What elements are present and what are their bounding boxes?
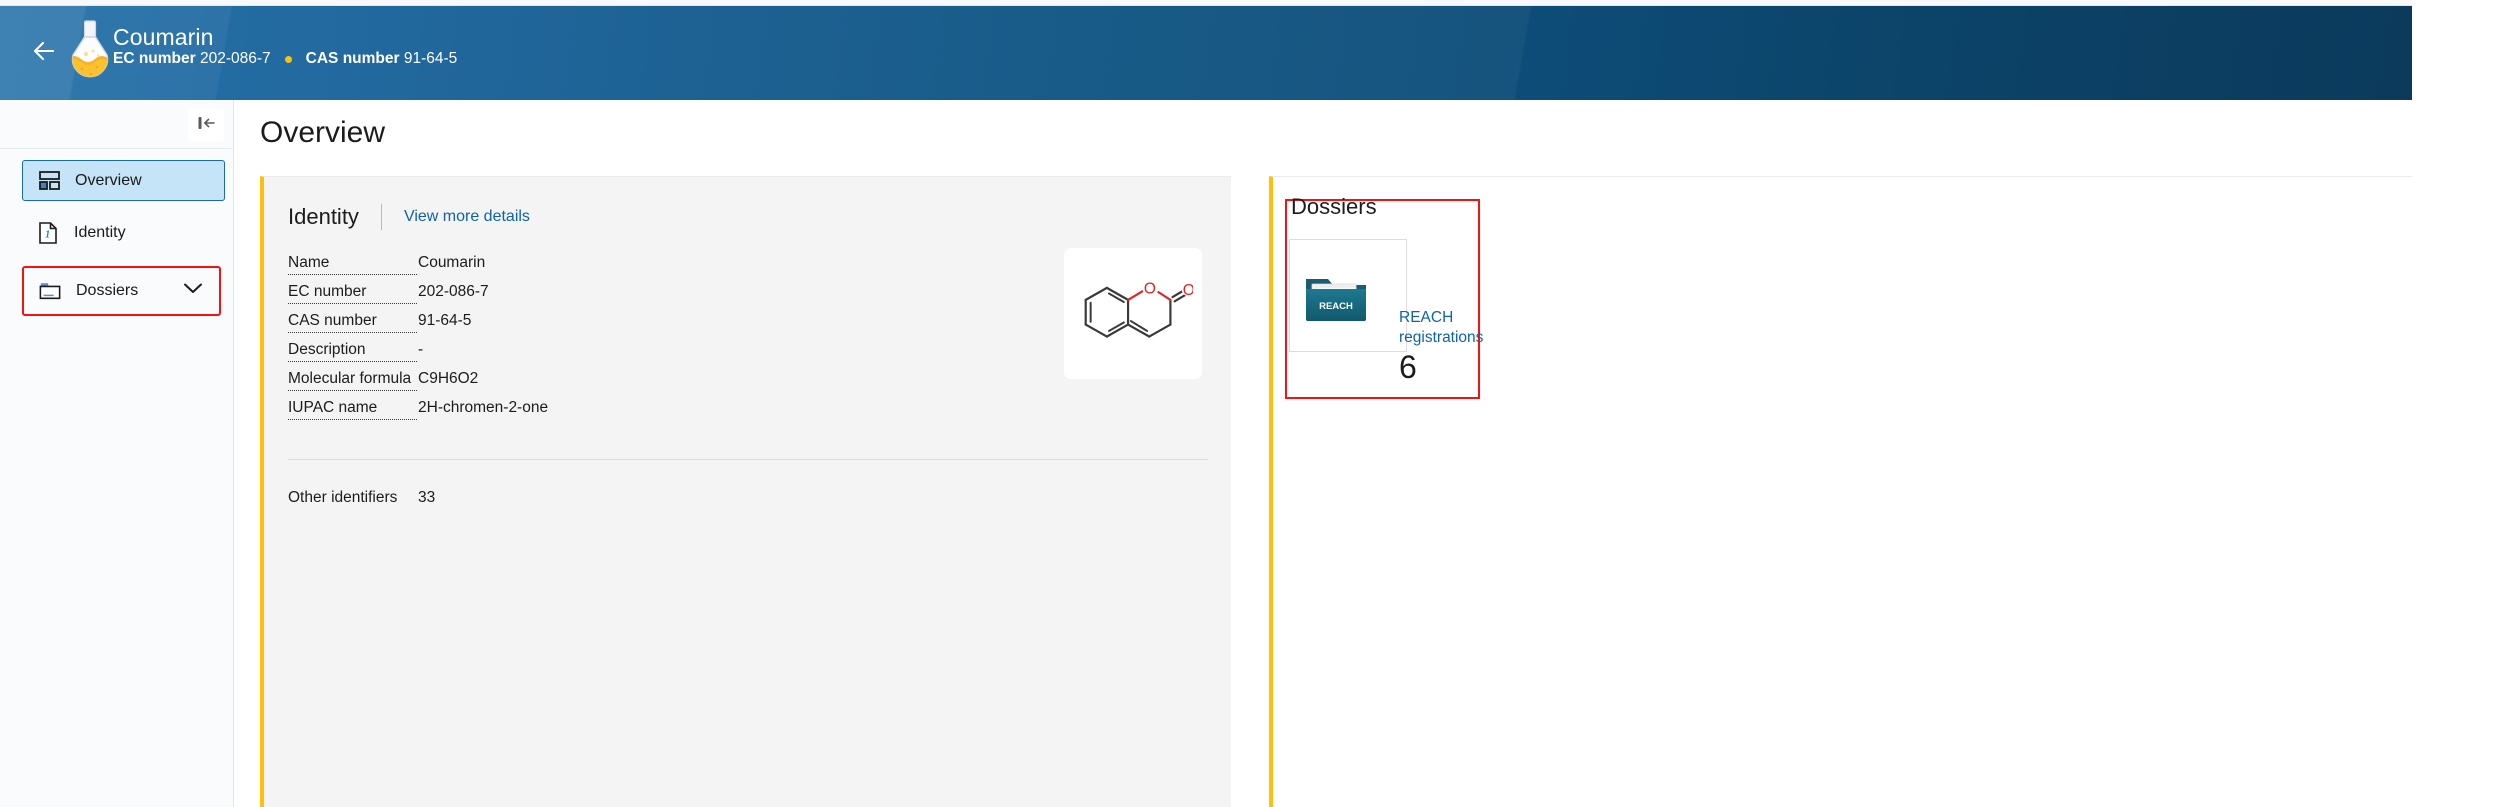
identity-divider: [288, 459, 1208, 460]
reach-registrations-tile[interactable]: REACH REACH registrations 6: [1289, 239, 1483, 384]
reach-registrations-count: 6: [1399, 349, 1417, 385]
ec-number-label: EC number: [113, 50, 196, 67]
bullet-separator-icon: [284, 55, 292, 63]
identity-field-row: CAS number 91-64-5: [288, 311, 1188, 340]
divider: [380, 204, 382, 230]
other-identifiers-row: Other identifiers 33: [288, 489, 435, 507]
identity-card-title: Identity: [288, 204, 359, 229]
substance-identifiers: EC number 202-086-7 CAS number 91-64-5: [113, 50, 457, 68]
cas-number-label: CAS number: [305, 50, 400, 67]
view-more-details-link[interactable]: View more details: [404, 208, 530, 226]
field-label: IUPAC name: [288, 398, 417, 420]
document-identity-icon: 1: [37, 222, 59, 244]
sidebar-item-label: Overview: [75, 171, 142, 189]
field-value: C9H6O2: [418, 370, 479, 387]
sidebar-item-dossiers[interactable]: Dossiers: [22, 266, 221, 316]
reach-folder-label: REACH: [1319, 301, 1353, 312]
field-value: 91-64-5: [418, 312, 472, 329]
field-value: 2H-chromen-2-one: [418, 399, 549, 416]
collapse-sidebar-icon: [196, 114, 216, 137]
flask-icon: [62, 18, 118, 86]
field-value: -: [418, 341, 424, 358]
layout-overview-icon: [38, 170, 60, 192]
field-value: 202-086-7: [418, 283, 489, 300]
collapse-sidebar-button[interactable]: [188, 109, 224, 141]
sidebar-item-overview[interactable]: Overview: [22, 160, 225, 201]
other-identifiers-value: 33: [418, 489, 436, 506]
app-root: Coumarin EC number 202-086-7 CAS number …: [0, 0, 2512, 807]
substance-header: Coumarin EC number 202-086-7 CAS number …: [0, 6, 2412, 100]
svg-text:1: 1: [45, 230, 50, 241]
ec-number-value: 202-086-7: [200, 50, 271, 67]
field-label: Description: [288, 340, 417, 362]
field-label: Molecular formula: [288, 369, 417, 391]
svg-text:O: O: [1144, 280, 1156, 297]
dossiers-card: Dossiers REACH REACH registrations 6: [1269, 176, 2412, 807]
cas-number-value: 91-64-5: [403, 50, 458, 67]
main-content: Overview Identity View more details Name…: [235, 100, 2412, 807]
identity-field-row: Name Coumarin: [288, 253, 1188, 282]
back-arrow-icon[interactable]: [26, 32, 64, 70]
sidebar-nav: Overview 1 Identity Dossiers: [0, 149, 234, 316]
field-label: CAS number: [288, 311, 417, 333]
page-title: Overview: [260, 116, 386, 149]
field-value: Coumarin: [418, 254, 486, 271]
dossiers-card-title: Dossiers: [1291, 194, 1377, 219]
field-label: Name: [288, 253, 417, 275]
molecular-structure-image: O O: [1064, 248, 1202, 379]
sidebar-item-label: Dossiers: [76, 282, 139, 299]
sidebar: Overview 1 Identity Dossiers: [0, 100, 234, 807]
chevron-down-icon[interactable]: [183, 282, 203, 300]
identity-field-row: Description -: [288, 340, 1188, 369]
reach-folder-icon: REACH: [1303, 273, 1369, 325]
reach-registrations-link[interactable]: REACH registrations: [1399, 308, 1493, 348]
identity-field-row: Molecular formula C9H6O2: [288, 369, 1188, 398]
sidebar-item-identity[interactable]: 1 Identity: [22, 212, 225, 254]
identity-card: Identity View more details Name Coumarin…: [260, 176, 1231, 807]
identity-field-row: EC number 202-086-7: [288, 282, 1188, 311]
identity-field-row: IUPAC name 2H-chromen-2-one: [288, 398, 1188, 427]
substance-name: Coumarin: [113, 24, 214, 50]
identity-field-list: Name Coumarin EC number 202-086-7 CAS nu…: [288, 253, 1188, 427]
folder-icon: [39, 280, 61, 302]
field-label: EC number: [288, 282, 417, 304]
page-right-margin: [2412, 0, 2512, 807]
other-identifiers-label: Other identifiers: [288, 489, 398, 506]
svg-text:O: O: [1183, 281, 1193, 298]
sidebar-item-label: Identity: [74, 224, 126, 241]
